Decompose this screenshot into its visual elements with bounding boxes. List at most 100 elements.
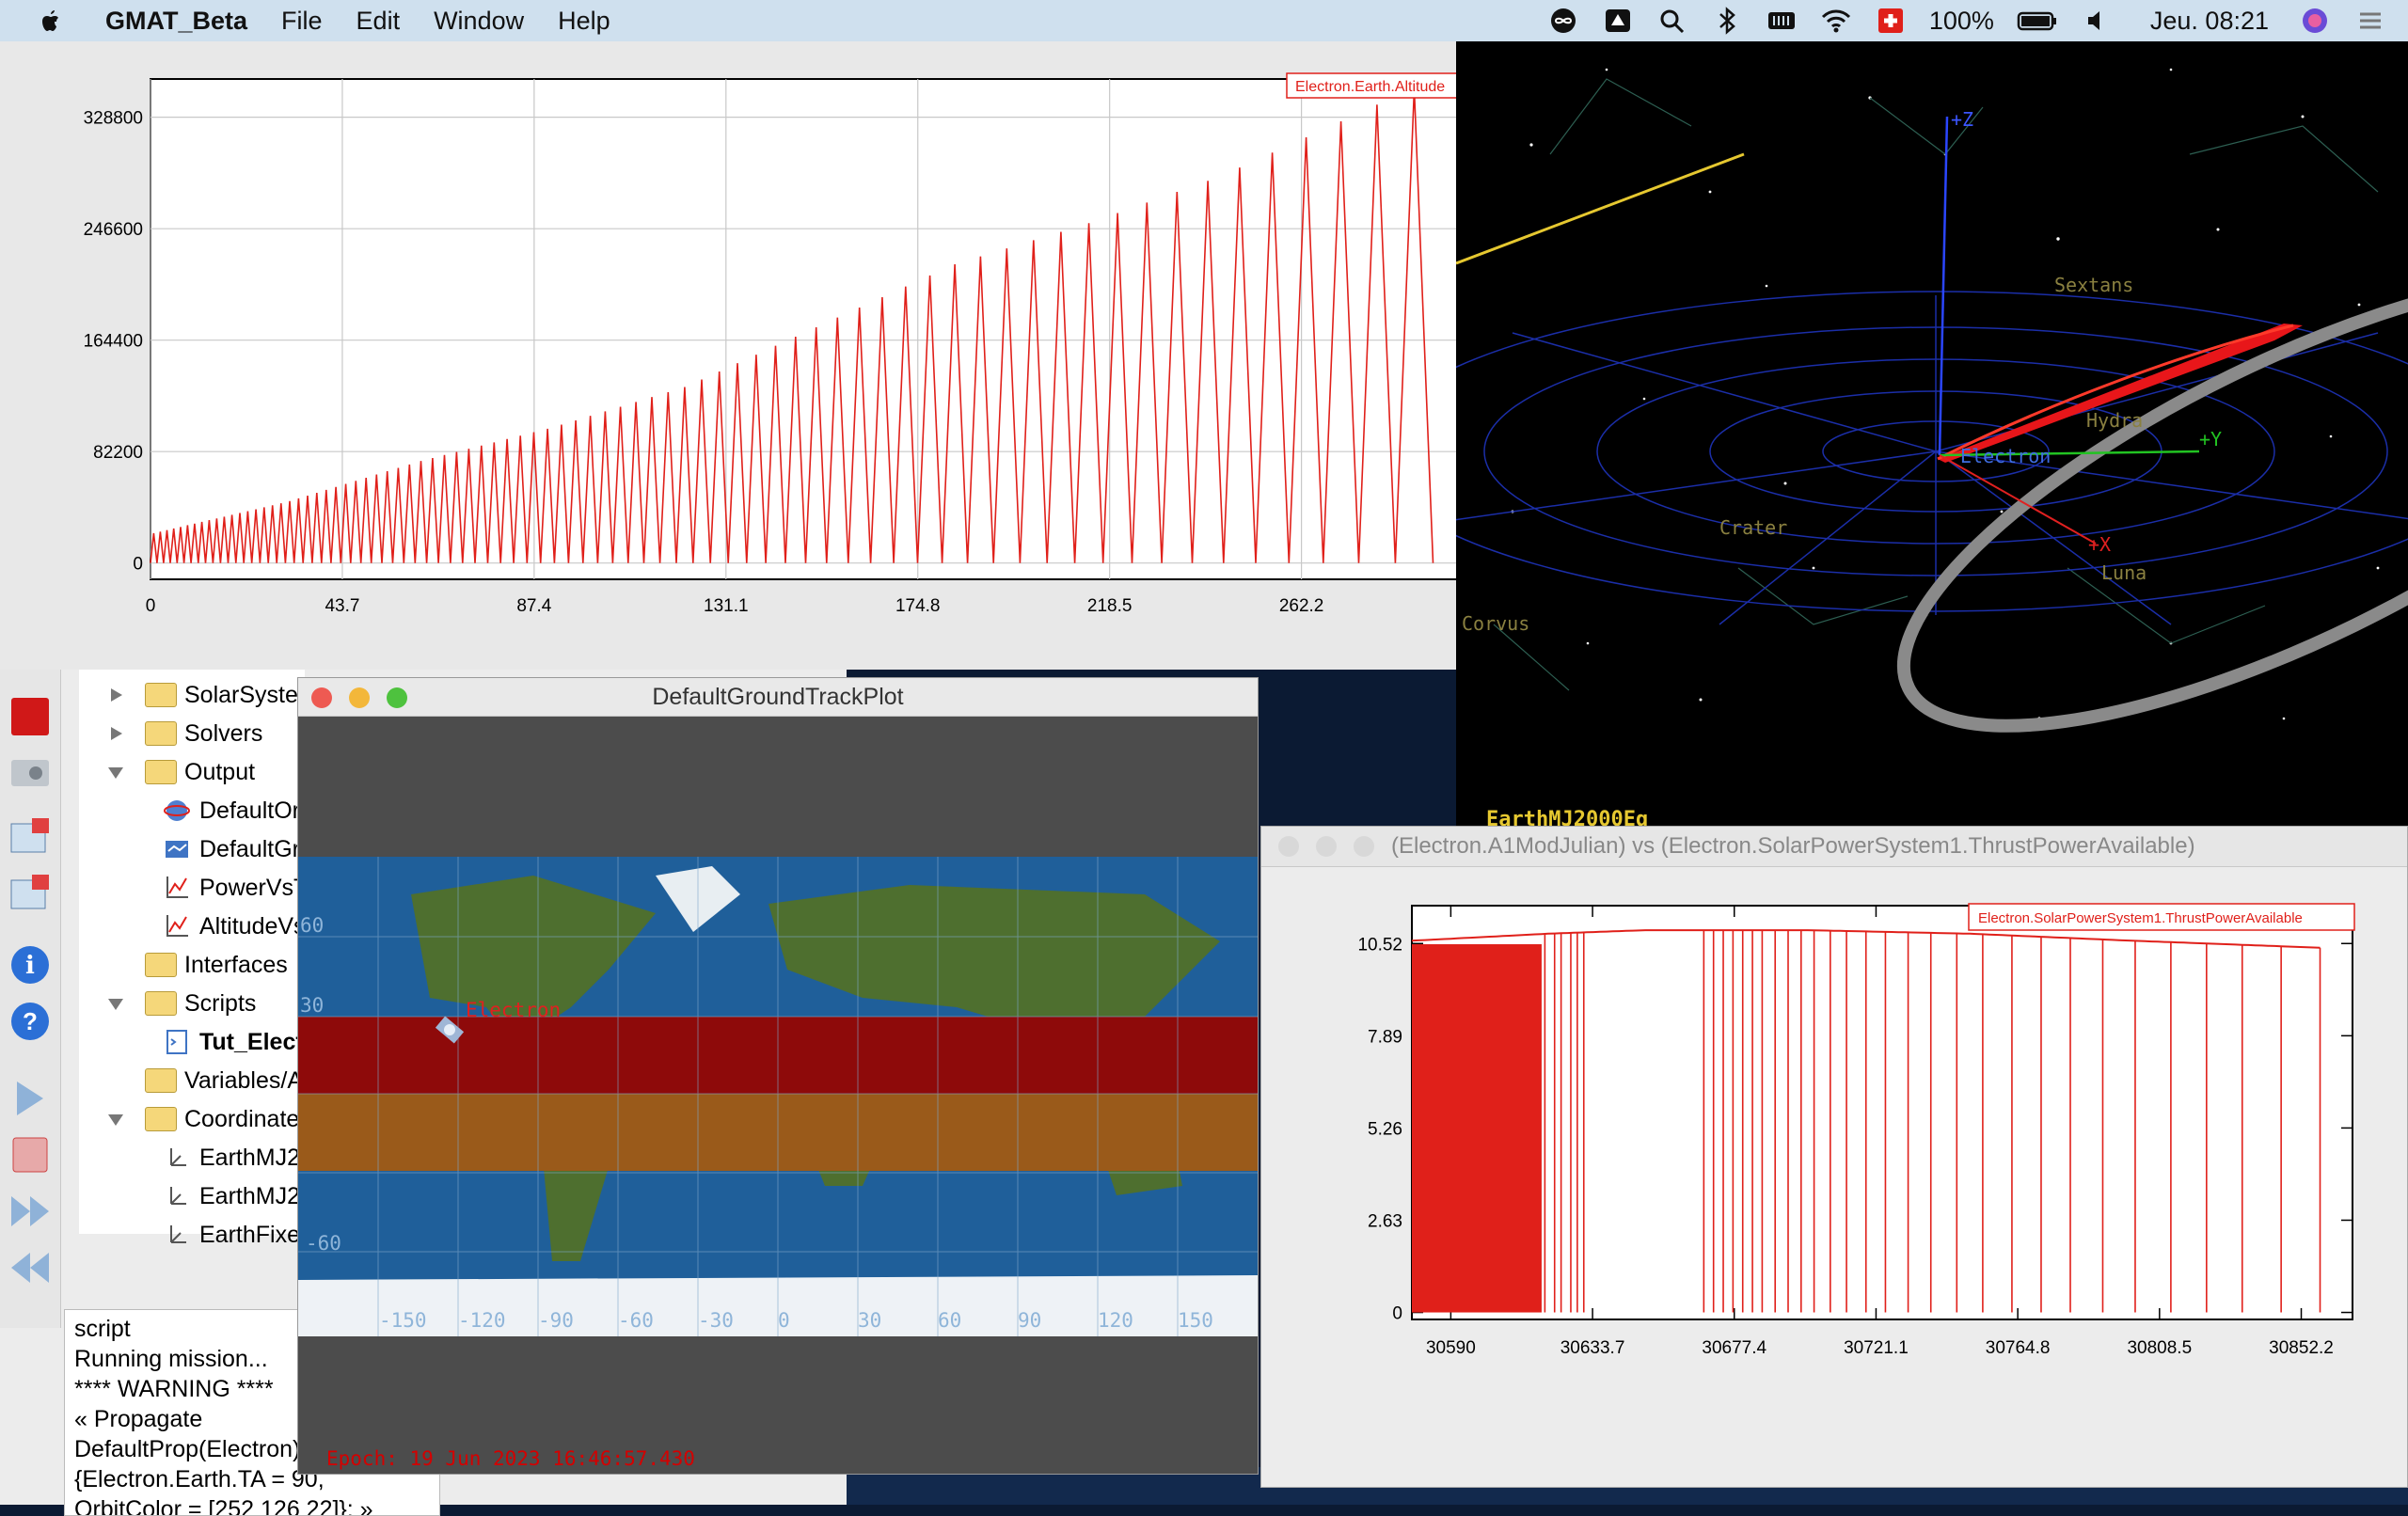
collapse-arrow-icon[interactable] (107, 995, 124, 1012)
menu-edit[interactable]: Edit (356, 7, 401, 36)
altitude-legend: Electron.Earth.Altitude (1295, 79, 1445, 95)
battery-percent: 100% (1928, 6, 1994, 35)
folder-icon (145, 953, 177, 977)
orbit-view-window[interactable]: +Z +Y +X Sextans Hydra Crater Luna Corvu… (1456, 41, 2408, 828)
ground-track-window[interactable]: DefaultGroundTrackPlot 60 30 -60 -150 -1… (297, 677, 1259, 1475)
lon-label: 120 (1098, 1309, 1133, 1332)
spacecraft-label: Electron (1960, 445, 2051, 467)
app-menu[interactable]: GMAT_Beta (105, 7, 247, 36)
altitude-plot-window[interactable]: 328800 246600 164400 82200 0 0 43.7 87.4 131.1 17… (0, 41, 1456, 670)
drive-icon[interactable] (1602, 7, 1634, 35)
notification-center-icon[interactable] (2353, 7, 2385, 35)
epoch-label: Epoch: 19 Jun 2023 16:46:57.430 (326, 1447, 695, 1470)
stop-icon[interactable] (8, 694, 53, 739)
spacecraft-label: Electron (466, 999, 561, 1021)
x-axis-label: +X (2088, 533, 2111, 556)
power-chart: 10.52 7.89 5.26 2.63 0 30590 30633.7 30677.4 307… (1357, 903, 2355, 1358)
zoom-button[interactable] (387, 687, 407, 708)
x-tick-label: 30852.2 (2269, 1338, 2334, 1358)
bluetooth-icon[interactable] (1711, 7, 1743, 35)
constellation-label: Corvus (1462, 612, 1529, 635)
help-icon[interactable]: ? (8, 999, 53, 1044)
tree-item[interactable]: Scripts (107, 986, 256, 1021)
tree-item-label: Output (184, 758, 256, 785)
y-tick-label: 328800 (84, 109, 143, 129)
x-tick-label: 30808.5 (2127, 1338, 2192, 1358)
apple-icon[interactable] (36, 7, 64, 35)
close-window-icon[interactable] (8, 814, 53, 860)
memory-icon[interactable] (1766, 7, 1798, 35)
x-tick-label: 131.1 (704, 596, 749, 616)
tree-item[interactable]: EarthFixed (164, 1217, 313, 1253)
tree-item[interactable]: Output (107, 754, 255, 790)
ground-track-title-bar[interactable]: DefaultGroundTrackPlot (298, 678, 1258, 717)
power-plot-title-bar[interactable]: (Electron.A1ModJulian) vs (Electron.Sola… (1261, 827, 2407, 867)
swiss-flag-icon[interactable] (1875, 7, 1907, 35)
collapse-arrow-icon[interactable] (107, 764, 124, 781)
xy-plot-icon (166, 915, 188, 937)
lon-label: 60 (938, 1309, 961, 1332)
menu-help[interactable]: Help (558, 7, 610, 36)
toolbar: i ? (0, 670, 61, 1328)
x-tick-label: 0 (146, 596, 156, 616)
collapse-arrow-icon[interactable] (107, 1111, 124, 1128)
constellation-label: Hydra (2086, 409, 2143, 432)
y-tick-label: 0 (1392, 1304, 1402, 1324)
clock[interactable]: Jeu. 08:21 (2150, 7, 2269, 36)
constellation-label: Luna (2101, 561, 2147, 584)
run-icon[interactable] (8, 1076, 53, 1121)
tree-item[interactable]: Interfaces (107, 947, 288, 983)
tree-item[interactable]: SolarSystem (107, 677, 318, 713)
constellation-label: Sextans (2054, 274, 2133, 296)
expand-arrow-icon[interactable] (107, 725, 124, 742)
close-button[interactable] (311, 687, 332, 708)
altitude-chart: 328800 246600 164400 82200 0 0 43.7 87.4 131.1 17… (84, 72, 1456, 616)
close-button[interactable] (1278, 836, 1299, 857)
y-tick-label: 164400 (84, 332, 143, 352)
tree-item[interactable]: Solvers (107, 716, 262, 751)
folder-icon (145, 760, 177, 784)
volume-icon[interactable] (2081, 7, 2113, 35)
y-tick-label: 0 (133, 555, 143, 575)
battery-icon[interactable] (2017, 7, 2058, 35)
siri-icon[interactable] (2299, 7, 2331, 35)
close-all-icon[interactable] (8, 871, 53, 916)
info-icon[interactable]: i (8, 942, 53, 987)
y-tick-label: 5.26 (1368, 1119, 1402, 1139)
y-tick-label: 82200 (93, 443, 143, 463)
lon-label: -90 (538, 1309, 574, 1332)
svg-text:?: ? (23, 1007, 38, 1035)
fast-forward-icon[interactable] (8, 1189, 53, 1234)
tree-spacer (107, 956, 124, 973)
menu-file[interactable]: File (281, 7, 323, 36)
zoom-button[interactable] (1354, 836, 1374, 857)
tree-item-label: Interfaces (184, 951, 288, 978)
x-tick-label: 262.2 (1279, 596, 1324, 616)
coordinate-system-icon (170, 1187, 186, 1205)
animation-icon[interactable] (8, 750, 53, 796)
minimize-button[interactable] (1316, 836, 1337, 857)
svg-text:i: i (25, 952, 35, 980)
coordinate-system-icon (170, 1148, 186, 1166)
expand-arrow-icon[interactable] (107, 687, 124, 703)
tree-item-label: Scripts (184, 989, 257, 1017)
x-tick-label: 30764.8 (1986, 1338, 2051, 1358)
orbit-view-canvas: +Z +Y +X Sextans Hydra Crater Luna Corvu… (1456, 68, 2408, 828)
minimize-button[interactable] (349, 687, 370, 708)
power-plot-window[interactable]: (Electron.A1ModJulian) vs (Electron.Sola… (1260, 826, 2408, 1488)
menu-window[interactable]: Window (434, 7, 524, 36)
resource-tree[interactable]: SolarSystem Solvers Output DefaultOrbitView… (79, 670, 451, 1248)
z-axis-label: +Z (1951, 108, 1973, 131)
sun-line (1456, 152, 1745, 265)
lon-label: -150 (379, 1309, 427, 1332)
power-dense-region (1412, 944, 1542, 1313)
search-icon[interactable] (1656, 7, 1688, 35)
x-tick-label: 30677.4 (1702, 1338, 1766, 1358)
tree-spacer (107, 1072, 124, 1089)
message-line: OrbitColor = [252 126 22]}; » (74, 1496, 373, 1516)
lon-label: 90 (1018, 1309, 1041, 1332)
wifi-icon[interactable] (1820, 7, 1852, 35)
rewind-icon[interactable] (8, 1245, 53, 1290)
infinity-icon[interactable] (1547, 7, 1579, 35)
pause-icon[interactable] (8, 1132, 53, 1177)
